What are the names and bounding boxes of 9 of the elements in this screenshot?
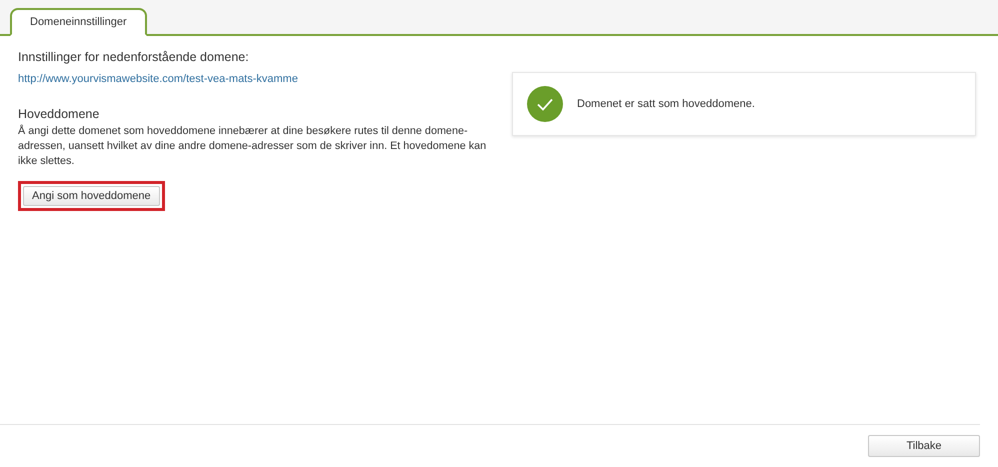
notice-message: Domenet er satt som hoveddomene.	[577, 98, 755, 110]
checkmark-icon	[527, 86, 563, 122]
domain-link[interactable]: http://www.yourvismawebsite.com/test-vea-mats-kvamme	[18, 73, 496, 85]
back-button[interactable]: Tilbake	[868, 435, 980, 457]
section-heading: Innstillinger for nedenforstående domene:	[18, 50, 250, 64]
description-text: Å angi dette domenet som hoveddomene innebærer at dine besøkere rutes til denne domene-adressen, uansett hvilket av dine andre domene-adresser som de skriver inn. Et hovedomene kan ikke slettes.	[18, 124, 488, 169]
tab[interactable]: Domeneinnstillinger	[10, 8, 147, 36]
section-title: Hoveddomene	[18, 107, 100, 121]
set-main-domain-button[interactable]: Angi som hoveddomene	[23, 186, 160, 206]
